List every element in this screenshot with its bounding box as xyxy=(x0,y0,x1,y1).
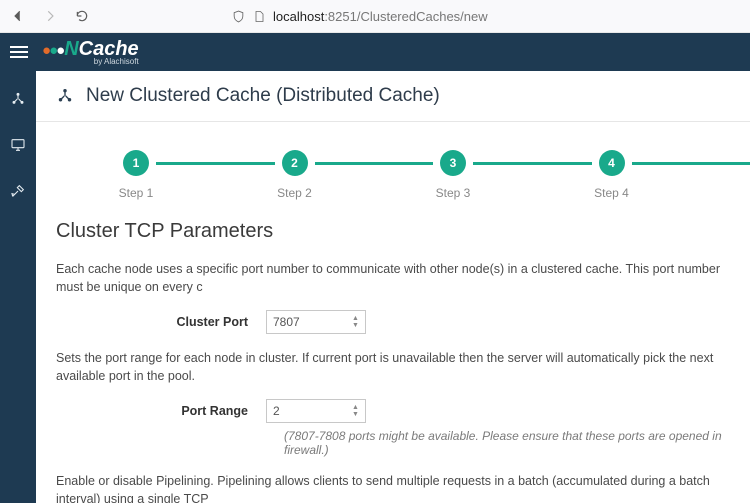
sidebar-item-monitor[interactable] xyxy=(0,131,36,159)
cluster-port-input[interactable] xyxy=(266,310,366,334)
forward-button[interactable] xyxy=(38,4,62,28)
wizard-connector xyxy=(156,162,275,165)
step-1[interactable]: 1 xyxy=(123,150,149,176)
sidebar-item-tools[interactable] xyxy=(0,177,36,205)
cluster-port-label: Cluster Port xyxy=(56,315,266,329)
step-4-label: Step 4 xyxy=(594,186,629,200)
browser-toolbar: localhost:8251/ClusteredCaches/new xyxy=(0,0,750,33)
port-range-label: Port Range xyxy=(56,404,266,418)
step-1-label: Step 1 xyxy=(119,186,154,200)
url-text: localhost:8251/ClusteredCaches/new xyxy=(273,9,488,24)
step-4[interactable]: 4 xyxy=(599,150,625,176)
logo-icon: ●●● xyxy=(42,42,63,59)
port-range-hint: (7807-7808 ports might be available. Ple… xyxy=(284,429,730,457)
page-header: New Clustered Cache (Distributed Cache) xyxy=(36,71,750,122)
wizard-connector xyxy=(473,162,592,165)
section-title: Cluster TCP Parameters xyxy=(56,220,730,243)
port-range-input[interactable] xyxy=(266,399,366,423)
app-header: ●●● NCache by Alachisoft xyxy=(0,33,750,71)
menu-toggle-button[interactable] xyxy=(10,46,28,58)
sidebar xyxy=(0,71,36,503)
cluster-icon xyxy=(56,87,74,105)
main-content: New Clustered Cache (Distributed Cache) … xyxy=(36,71,750,503)
step-2-label: Step 2 xyxy=(277,186,312,200)
wizard-connector xyxy=(632,162,750,165)
brand-logo: ●●● NCache by Alachisoft xyxy=(42,39,139,66)
wizard-steps: 1 Step 1 2 Step 2 3 Step 3 4 Step 4 xyxy=(36,122,750,206)
shield-icon xyxy=(232,10,245,23)
reload-button[interactable] xyxy=(70,4,94,28)
back-button[interactable] xyxy=(6,4,30,28)
cluster-port-desc: Each cache node uses a specific port num… xyxy=(56,261,730,296)
page-title: New Clustered Cache (Distributed Cache) xyxy=(86,85,440,107)
page-icon xyxy=(253,10,265,23)
pipelining-desc: Enable or disable Pipelining. Pipelining… xyxy=(56,473,730,503)
url-bar[interactable]: localhost:8251/ClusteredCaches/new xyxy=(222,3,744,29)
step-2[interactable]: 2 xyxy=(282,150,308,176)
step-3-label: Step 3 xyxy=(436,186,471,200)
sidebar-item-cluster[interactable] xyxy=(0,85,36,113)
port-range-desc: Sets the port range for each node in clu… xyxy=(56,350,730,385)
step-3[interactable]: 3 xyxy=(440,150,466,176)
wizard-connector xyxy=(315,162,434,165)
